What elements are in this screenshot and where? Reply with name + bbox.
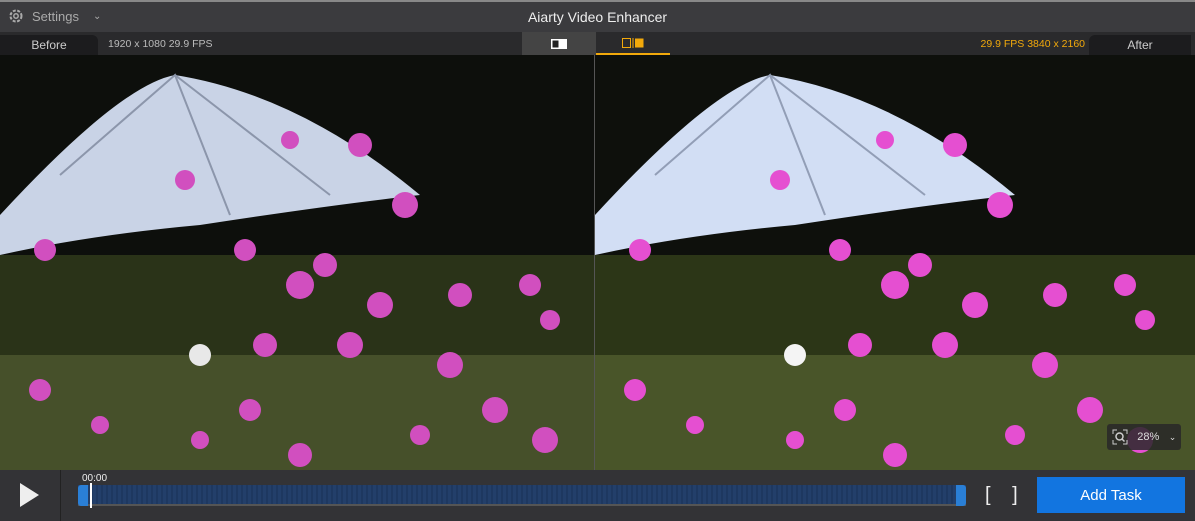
side-by-side-icon — [622, 37, 644, 48]
split-view-icon — [551, 38, 567, 49]
timeline-bar: 00:00 [ ] Add Task — [0, 470, 1195, 521]
timeline-track[interactable] — [78, 483, 966, 508]
before-video-frame — [0, 55, 594, 470]
title-bar: Settings ⌄ Aiarty Video Enhancer — [0, 0, 1195, 32]
current-time: 00:00 — [82, 473, 108, 484]
after-preview[interactable] — [595, 55, 1195, 470]
side-by-side-button[interactable] — [596, 32, 670, 55]
after-video-frame — [595, 55, 1195, 470]
compare-bar: Before 1920 x 1080 29.9 FPS 29.9 FPS 384… — [0, 32, 1195, 55]
zoom-icon — [1112, 429, 1128, 445]
trim-start-handle[interactable] — [78, 485, 88, 506]
trim-end-handle[interactable] — [956, 485, 966, 506]
play-icon — [20, 483, 39, 507]
after-label: After — [1089, 35, 1191, 55]
app-title: Aiarty Video Enhancer — [527, 9, 668, 25]
trim-brackets-button[interactable]: [ ] — [985, 484, 1026, 507]
split-view-button[interactable] — [522, 32, 596, 55]
divider — [60, 470, 61, 521]
chevron-down-icon: ⌄ — [1168, 431, 1177, 442]
after-info: 29.9 FPS 3840 x 2160 — [980, 38, 1086, 50]
playhead[interactable] — [90, 483, 92, 508]
zoom-level: 28% — [1137, 431, 1160, 443]
add-task-button[interactable]: Add Task — [1037, 477, 1185, 513]
before-info: 1920 x 1080 29.9 FPS — [108, 38, 213, 50]
before-preview[interactable] — [0, 55, 594, 470]
zoom-control[interactable]: 28% ⌄ — [1107, 424, 1181, 450]
before-label: Before — [0, 35, 98, 55]
play-button[interactable] — [18, 482, 40, 513]
